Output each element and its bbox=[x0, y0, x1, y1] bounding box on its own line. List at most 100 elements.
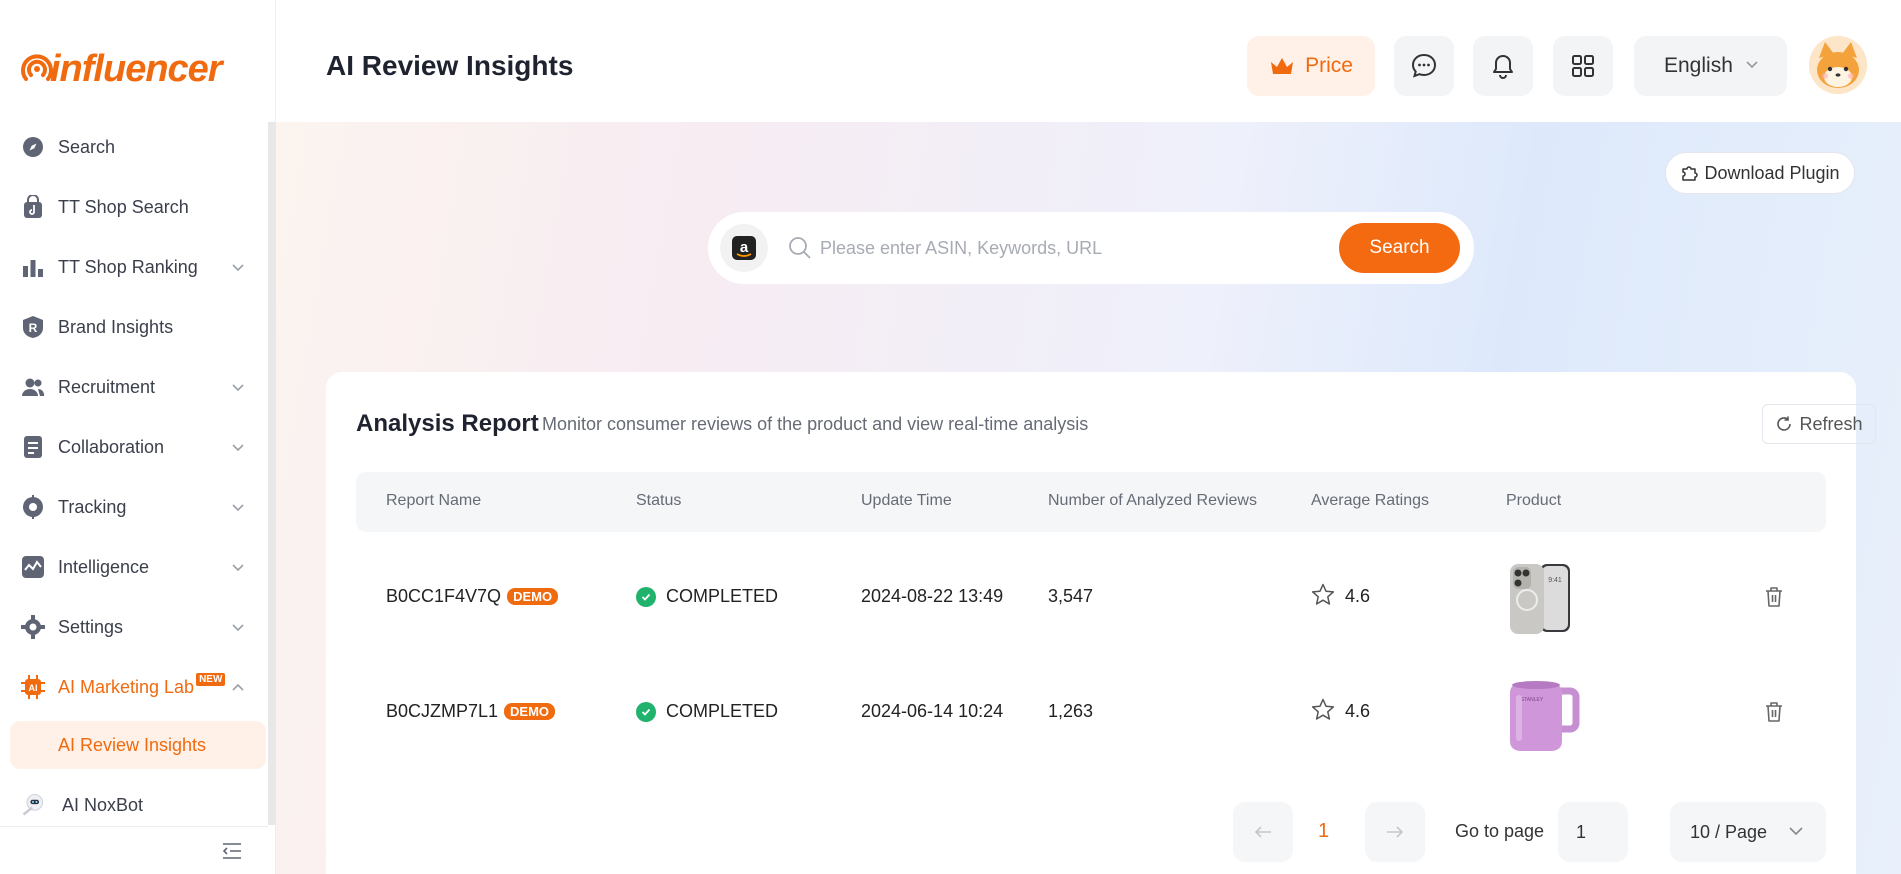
update-time: 2024-06-14 10:24 bbox=[861, 701, 1004, 721]
bell-icon bbox=[1493, 55, 1513, 79]
delete-icon[interactable] bbox=[1764, 701, 1784, 723]
column-header: Average Ratings bbox=[1311, 492, 1429, 509]
svg-text:9:41: 9:41 bbox=[1548, 577, 1562, 584]
top-header: AI Review Insights Price English bbox=[276, 0, 1901, 122]
check-circle-icon bbox=[636, 701, 656, 722]
sidebar-item-tracking[interactable]: Tracking bbox=[0, 477, 276, 537]
download-plugin-label: Download Plugin bbox=[1704, 162, 1840, 183]
sidebar-item-label: Recruitment bbox=[58, 376, 156, 397]
chat-button[interactable] bbox=[1394, 36, 1454, 96]
svg-text:STANLEY: STANLEY bbox=[1521, 697, 1544, 703]
sidebar-item-search[interactable]: Search bbox=[0, 117, 276, 177]
sidebar-scrollbar[interactable] bbox=[268, 122, 276, 825]
search-button[interactable]: Search bbox=[1339, 223, 1460, 273]
search-bar: a Search bbox=[708, 212, 1474, 284]
arrow-right-icon bbox=[1387, 826, 1404, 838]
main-content: Download Plugin a Search Analysis Report… bbox=[276, 122, 1901, 874]
demo-badge: DEMO bbox=[507, 588, 559, 605]
report-subtitle: Monitor consumer reviews of the product … bbox=[542, 414, 1089, 434]
sidebar-item-label: Settings bbox=[58, 616, 124, 637]
table-row[interactable]: B0CC1F4V7Q DEMO COMPLETED 2024-08-22 13:… bbox=[356, 540, 1826, 655]
status-cell: COMPLETED bbox=[636, 701, 778, 722]
goto-page-input[interactable]: 1 bbox=[1558, 802, 1628, 862]
prev-page-button[interactable] bbox=[1233, 802, 1293, 862]
grid-icon bbox=[1572, 55, 1594, 77]
collapse-sidebar-button[interactable] bbox=[0, 826, 268, 874]
mug-image-icon: STANLEY bbox=[1506, 675, 1584, 753]
sidebar-item-collaboration[interactable]: Collaboration bbox=[0, 417, 276, 477]
refresh-icon bbox=[1777, 416, 1792, 431]
status-badge: COMPLETED bbox=[666, 586, 779, 606]
sidebar-item-label: AI Marketing Lab bbox=[58, 676, 195, 697]
report-name[interactable]: B0CC1F4V7Q bbox=[386, 586, 501, 607]
sidebar: influencer Search TT Shop Search TT Shop… bbox=[0, 0, 276, 874]
average-rating: 4.6 bbox=[1345, 586, 1371, 606]
document-icon bbox=[20, 434, 46, 460]
report-name[interactable]: B0CJZMP7L1 bbox=[386, 701, 498, 722]
product-image[interactable]: STANLEY bbox=[1506, 675, 1584, 753]
amazon-source-button[interactable]: a bbox=[720, 224, 768, 272]
product-image[interactable]: 9:41 bbox=[1506, 560, 1584, 638]
sidebar-item-label: Intelligence bbox=[58, 556, 150, 577]
star-icon bbox=[1311, 583, 1335, 605]
page-size-select[interactable]: 10 / Page bbox=[1670, 802, 1826, 862]
refresh-label: Refresh bbox=[1799, 413, 1863, 434]
next-page-button[interactable] bbox=[1365, 802, 1425, 862]
compass-icon bbox=[20, 134, 46, 160]
column-header: Update Time bbox=[861, 492, 952, 509]
brand-logo[interactable]: influencer bbox=[20, 44, 223, 94]
page-size-value: 10 / Page bbox=[1690, 821, 1768, 842]
report-name-cell: B0CC1F4V7Q DEMO bbox=[386, 586, 559, 607]
sidebar-item-label: Collaboration bbox=[58, 436, 165, 457]
language-select[interactable]: English bbox=[1634, 36, 1787, 96]
report-title: Analysis Report bbox=[356, 410, 539, 437]
download-plugin-button[interactable]: Download Plugin bbox=[1665, 152, 1855, 194]
chevron-down-icon bbox=[232, 444, 244, 452]
demo-badge: DEMO bbox=[504, 703, 556, 720]
column-header: Report Name bbox=[386, 492, 482, 509]
avatar[interactable] bbox=[1809, 36, 1867, 94]
sidebar-item-settings[interactable]: Settings bbox=[0, 597, 276, 657]
sidebar-item-label: AI NoxBot bbox=[62, 794, 144, 815]
pulse-icon bbox=[20, 554, 46, 580]
reviews-count: 1,263 bbox=[1048, 701, 1094, 721]
star-icon bbox=[1311, 698, 1335, 720]
average-rating: 4.6 bbox=[1345, 701, 1371, 721]
search-input[interactable] bbox=[820, 230, 1320, 266]
sidebar-item-label: Tracking bbox=[58, 496, 127, 517]
sidebar-item-recruitment[interactable]: Recruitment bbox=[0, 357, 276, 417]
price-button[interactable]: Price bbox=[1247, 36, 1375, 96]
gear-icon bbox=[20, 614, 46, 640]
sidebar-nav: Search TT Shop Search TT Shop Ranking R … bbox=[0, 117, 276, 835]
sidebar-item-tt-shop-search[interactable]: TT Shop Search bbox=[0, 177, 276, 237]
delete-icon[interactable] bbox=[1764, 586, 1784, 608]
sidebar-item-label: Brand Insights bbox=[58, 316, 174, 337]
apps-button[interactable] bbox=[1553, 36, 1613, 96]
chevron-down-icon bbox=[1789, 827, 1803, 836]
sidebar-item-tt-shop-ranking[interactable]: TT Shop Ranking bbox=[0, 237, 276, 297]
sidebar-subitem-label: AI Review Insights bbox=[58, 734, 207, 755]
reviews-count: 3,547 bbox=[1048, 586, 1094, 606]
users-icon bbox=[20, 374, 46, 400]
report-name-cell: B0CJZMP7L1 DEMO bbox=[386, 701, 556, 722]
amazon-icon: a bbox=[732, 236, 756, 260]
sidebar-subitem-ai-review-insights[interactable]: AI Review Insights bbox=[10, 721, 266, 769]
table-row[interactable]: B0CJZMP7L1 DEMO COMPLETED 2024-06-14 10:… bbox=[356, 655, 1826, 770]
current-page[interactable]: 1 bbox=[1318, 820, 1329, 843]
sidebar-item-brand-insights[interactable]: R Brand Insights bbox=[0, 297, 276, 357]
robot-icon bbox=[20, 792, 46, 818]
bar-chart-icon bbox=[20, 254, 46, 280]
sidebar-item-ai-marketing-lab[interactable]: AI AI Marketing Lab NEW bbox=[0, 657, 276, 717]
status-cell: COMPLETED bbox=[636, 586, 778, 607]
page-title: AI Review Insights bbox=[326, 50, 574, 81]
svg-text:R: R bbox=[29, 321, 38, 335]
sidebar-item-intelligence[interactable]: Intelligence bbox=[0, 537, 276, 597]
phone-image-icon: 9:41 bbox=[1506, 560, 1584, 638]
rating-cell: 4.6 bbox=[1311, 698, 1371, 722]
chevron-down-icon bbox=[232, 624, 244, 632]
check-circle-icon bbox=[636, 586, 656, 607]
refresh-button[interactable]: Refresh bbox=[1762, 404, 1876, 444]
notifications-button[interactable] bbox=[1473, 36, 1533, 96]
column-header: Product bbox=[1506, 492, 1562, 509]
chevron-down-icon bbox=[232, 504, 244, 512]
